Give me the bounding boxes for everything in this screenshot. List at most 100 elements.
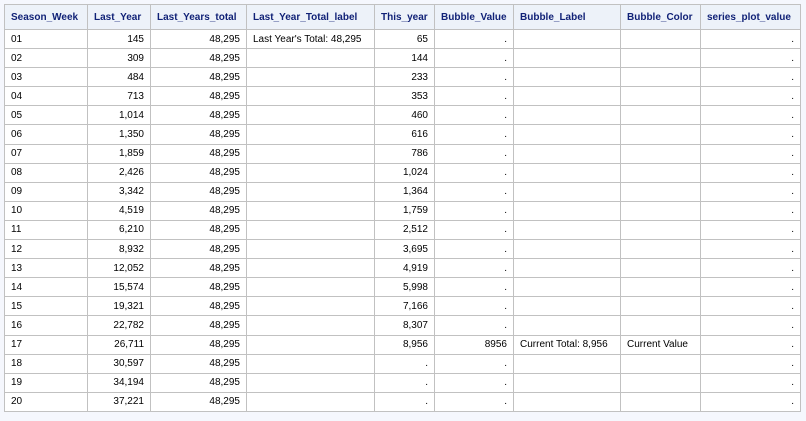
table-row: 14 15,574 48,295 5,998.. bbox=[4, 277, 801, 298]
cell-last-year: 1,014 bbox=[87, 105, 151, 126]
cell-bubble-label bbox=[513, 124, 621, 145]
cell-bubble-label bbox=[513, 28, 621, 50]
cell-season-week: 19 bbox=[4, 372, 88, 393]
cell-series-plot-value: . bbox=[700, 86, 801, 107]
cell-this-year: 786 bbox=[374, 143, 435, 164]
cell-bubble-value: . bbox=[434, 105, 514, 126]
cell-last-year-total-label bbox=[246, 334, 375, 355]
cell-this-year: 616 bbox=[374, 124, 435, 145]
cell-last-years-total: 48,295 bbox=[150, 48, 247, 69]
column-header-last-year[interactable]: Last_Year bbox=[87, 4, 151, 30]
cell-last-year-total-label bbox=[246, 372, 375, 393]
cell-bubble-value: . bbox=[434, 353, 514, 374]
cell-bubble-value: . bbox=[434, 372, 514, 393]
cell-last-year: 1,859 bbox=[87, 143, 151, 164]
cell-bubble-color bbox=[620, 372, 701, 393]
cell-bubble-color bbox=[620, 277, 701, 298]
cell-bubble-color bbox=[620, 200, 701, 221]
cell-bubble-label: Current Total: 8,956 bbox=[513, 334, 621, 355]
cell-bubble-label bbox=[513, 105, 621, 126]
cell-last-year: 22,782 bbox=[87, 315, 151, 336]
column-header-season-week[interactable]: Season_Week bbox=[4, 4, 88, 30]
table-row: 12 8,932 48,295 3,695.. bbox=[4, 239, 801, 260]
cell-last-years-total: 48,295 bbox=[150, 105, 247, 126]
cell-last-year-total-label bbox=[246, 391, 375, 412]
column-header-this-year[interactable]: This_year bbox=[374, 4, 435, 30]
cell-bubble-label bbox=[513, 219, 621, 241]
cell-this-year: 8,956 bbox=[374, 334, 435, 355]
cell-this-year: . bbox=[374, 391, 435, 412]
cell-season-week: 09 bbox=[4, 181, 88, 202]
cell-bubble-label bbox=[513, 200, 621, 221]
cell-bubble-value: . bbox=[434, 143, 514, 164]
cell-last-year: 484 bbox=[87, 67, 151, 88]
cell-last-years-total: 48,295 bbox=[150, 315, 247, 336]
table-row: 03 484 48,295 233.. bbox=[4, 67, 801, 88]
table-row: 17 26,711 48,295 8,956 8956 Current Total: 8,… bbox=[4, 334, 801, 355]
cell-bubble-color bbox=[620, 258, 701, 279]
cell-this-year: 5,998 bbox=[374, 277, 435, 298]
table-row: 19 34,194 48,295... bbox=[4, 372, 801, 393]
cell-bubble-label bbox=[513, 315, 621, 336]
cell-last-year-total-label: Last Year's Total: 48,295 bbox=[246, 28, 375, 50]
cell-last-year: 30,597 bbox=[87, 353, 151, 374]
cell-season-week: 17 bbox=[4, 334, 88, 355]
cell-season-week: 20 bbox=[4, 391, 88, 412]
column-header-series-plot-value[interactable]: series_plot_value bbox=[700, 4, 801, 30]
column-header-bubble-label[interactable]: Bubble_Label bbox=[513, 4, 621, 30]
column-header-bubble-value[interactable]: Bubble_Value bbox=[434, 4, 514, 30]
cell-last-year-total-label bbox=[246, 315, 375, 336]
cell-bubble-value: . bbox=[434, 48, 514, 69]
cell-this-year: 2,512 bbox=[374, 219, 435, 241]
table-row: 07 1,859 48,295 786.. bbox=[4, 143, 801, 164]
cell-season-week: 10 bbox=[4, 200, 88, 221]
cell-last-years-total: 48,295 bbox=[150, 181, 247, 202]
cell-last-year: 37,221 bbox=[87, 391, 151, 412]
cell-season-week: 11 bbox=[4, 219, 88, 241]
cell-series-plot-value: . bbox=[700, 353, 801, 374]
cell-season-week: 06 bbox=[4, 124, 88, 145]
cell-bubble-color bbox=[620, 86, 701, 107]
cell-bubble-value: . bbox=[434, 28, 514, 50]
cell-last-year-total-label bbox=[246, 277, 375, 298]
cell-bubble-value: . bbox=[434, 200, 514, 221]
cell-season-week: 02 bbox=[4, 48, 88, 69]
cell-last-year-total-label bbox=[246, 239, 375, 260]
cell-series-plot-value: . bbox=[700, 334, 801, 355]
cell-season-week: 13 bbox=[4, 258, 88, 279]
cell-this-year: 1,364 bbox=[374, 181, 435, 202]
cell-bubble-color bbox=[620, 353, 701, 374]
cell-bubble-label bbox=[513, 181, 621, 202]
cell-bubble-value: 8956 bbox=[434, 334, 514, 355]
cell-series-plot-value: . bbox=[700, 239, 801, 260]
cell-bubble-color bbox=[620, 315, 701, 336]
cell-bubble-label bbox=[513, 239, 621, 260]
column-header-last-years-total[interactable]: Last_Years_total bbox=[150, 4, 247, 30]
table-row: 20 37,221 48,295... bbox=[4, 391, 801, 412]
cell-this-year: 4,919 bbox=[374, 258, 435, 279]
cell-bubble-label bbox=[513, 372, 621, 393]
cell-series-plot-value: . bbox=[700, 200, 801, 221]
column-header-last-year-total-label[interactable]: Last_Year_Total_label bbox=[246, 4, 375, 30]
header-row: Season_Week Last_Year Last_Years_total Last… bbox=[4, 4, 801, 30]
cell-season-week: 08 bbox=[4, 162, 88, 183]
cell-bubble-label bbox=[513, 391, 621, 412]
cell-series-plot-value: . bbox=[700, 105, 801, 126]
cell-last-year-total-label bbox=[246, 48, 375, 69]
cell-bubble-value: . bbox=[434, 86, 514, 107]
cell-bubble-color bbox=[620, 48, 701, 69]
column-header-bubble-color[interactable]: Bubble_Color bbox=[620, 4, 701, 30]
cell-bubble-value: . bbox=[434, 391, 514, 412]
cell-series-plot-value: . bbox=[700, 162, 801, 183]
cell-series-plot-value: . bbox=[700, 315, 801, 336]
cell-series-plot-value: . bbox=[700, 277, 801, 298]
cell-bubble-color bbox=[620, 391, 701, 412]
cell-series-plot-value: . bbox=[700, 296, 801, 317]
table-row: 09 3,342 48,295 1,364.. bbox=[4, 181, 801, 202]
cell-last-years-total: 48,295 bbox=[150, 334, 247, 355]
cell-last-years-total: 48,295 bbox=[150, 239, 247, 260]
cell-season-week: 18 bbox=[4, 353, 88, 374]
cell-last-years-total: 48,295 bbox=[150, 372, 247, 393]
cell-bubble-color: Current Value bbox=[620, 334, 701, 355]
cell-series-plot-value: . bbox=[700, 48, 801, 69]
